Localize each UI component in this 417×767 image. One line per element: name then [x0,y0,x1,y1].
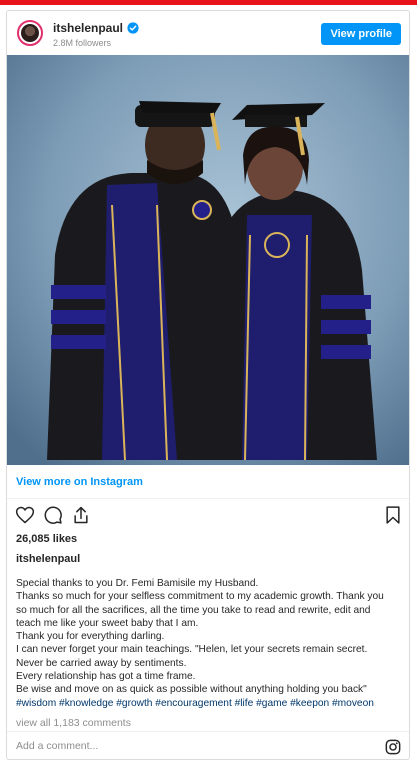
instagram-logo-icon[interactable] [385,739,401,755]
add-comment-row [7,731,409,761]
caption-line: Thank you for everything darling. [16,631,165,643]
comment-icon[interactable] [43,505,63,525]
caption-line: so much for all the sacrifices, all the … [16,604,371,616]
add-comment-input[interactable] [16,740,316,752]
verified-badge-icon [127,22,139,34]
caption-line: teach me like your sweet baby that I am. [16,617,199,629]
follower-count: 2.8M followers [53,38,112,48]
share-icon[interactable] [71,505,91,525]
bookmark-icon[interactable] [383,505,403,525]
view-profile-button[interactable]: View profile [321,23,401,45]
caption-line: Thanks so much for your selfless commitm… [16,591,384,603]
like-count[interactable]: 26,085 likes [16,533,77,545]
view-all-comments-link[interactable]: view all 1,183 comments [16,717,131,729]
heart-icon[interactable] [15,505,35,525]
post-caption: Special thanks to you Dr. Femi Bamisile … [16,577,404,710]
username-row[interactable]: itshelenpaul [53,21,139,35]
view-more-link[interactable]: View more on Instagram [16,476,143,488]
caption-author[interactable]: itshelenpaul [16,553,80,565]
caption-line: Be wise and move on as quick as possible… [16,684,367,696]
username[interactable]: itshelenpaul [53,21,123,35]
caption-line: Never be carried away by sentiments. [16,657,187,669]
instagram-embed-card: itshelenpaul 2.8M followers View profile [6,10,410,760]
caption-line: Every relationship has got a time frame. [16,671,196,683]
view-more-row: View more on Instagram [7,465,409,499]
avatar-image [21,24,39,42]
post-photo[interactable] [7,55,409,465]
graduation-photo-illustration [7,55,409,465]
post-header: itshelenpaul 2.8M followers View profile [7,11,409,55]
top-red-bar [0,0,417,5]
hashtags[interactable]: #wisdom #knowledge #growth #encouragemen… [16,697,404,710]
caption-line: I can never forget your main teachings. … [16,644,368,656]
avatar[interactable] [17,20,43,46]
caption-line: Special thanks to you Dr. Femi Bamisile … [16,578,259,589]
post-actions [7,499,409,529]
